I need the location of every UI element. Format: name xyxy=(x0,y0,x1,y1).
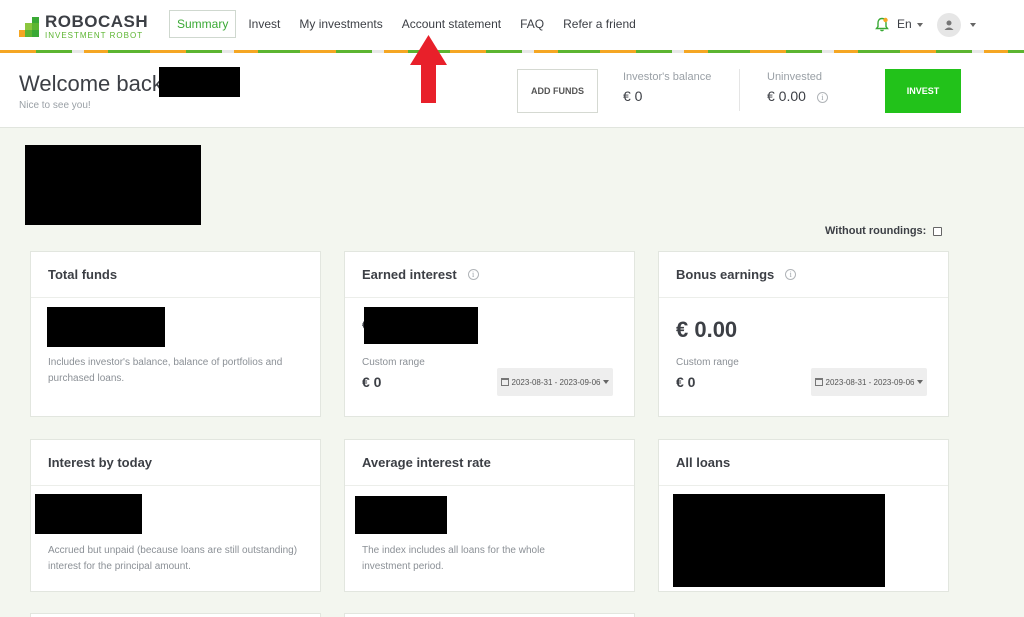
nav-refer-a-friend[interactable]: Refer a friend xyxy=(555,10,644,38)
divider xyxy=(739,69,740,111)
nav-faq[interactable]: FAQ xyxy=(512,10,552,38)
range-label: Custom range xyxy=(362,357,425,368)
info-icon[interactable]: i xyxy=(785,269,797,280)
investors-balance-value: € 0 xyxy=(623,88,643,104)
card-title: Interest by today xyxy=(31,440,320,486)
card-all-loans: All loans xyxy=(658,439,949,592)
welcome-title: Welcome back xyxy=(19,71,163,96)
calendar-icon xyxy=(500,378,509,386)
redacted-block xyxy=(25,145,201,225)
uninvested-value: € 0.00 xyxy=(767,88,806,104)
chevron-down-icon xyxy=(916,22,923,27)
redacted-value xyxy=(673,494,885,587)
without-roundings-checkbox[interactable] xyxy=(933,226,943,236)
nav-invest[interactable]: Invest xyxy=(240,10,288,38)
date-range-picker[interactable]: 2023-08-31 - 2023-09-06 xyxy=(497,368,613,396)
card-partial xyxy=(344,613,635,617)
redacted-value xyxy=(364,307,478,344)
uninvested-label: Uninvested xyxy=(767,71,823,83)
card-title-row: Earned interest i xyxy=(345,252,634,298)
date-range-picker[interactable]: 2023-08-31 - 2023-09-06 xyxy=(811,368,927,396)
robocash-logo[interactable]: ROBOCASH INVESTMENT ROBOT xyxy=(19,13,148,40)
range-label: Custom range xyxy=(676,357,739,368)
card-title-row: Bonus earnings i xyxy=(659,252,948,298)
language-selector[interactable]: En xyxy=(897,17,923,31)
range-value: € 0 xyxy=(676,374,696,390)
redacted-value xyxy=(35,494,142,534)
investors-balance-label: Investor's balance xyxy=(623,71,712,83)
card-description: The index includes all loans for the who… xyxy=(362,545,545,572)
redacted-username xyxy=(159,67,240,97)
logo-tagline: INVESTMENT ROBOT xyxy=(45,31,144,40)
without-roundings-toggle[interactable]: Without roundings: xyxy=(825,225,943,237)
card-title: Total funds xyxy=(31,252,320,298)
info-icon[interactable]: i xyxy=(467,269,479,280)
uninvested-value-row: € 0.00 i xyxy=(767,88,828,104)
user-icon xyxy=(944,20,954,30)
avatar[interactable] xyxy=(937,13,961,37)
card-total-funds: Total funds Includes investor's balance,… xyxy=(30,251,321,417)
card-description: Includes investor's balance, balance of … xyxy=(48,357,283,384)
bonus-earnings-value: € 0.00 xyxy=(676,317,738,342)
nav-my-investments[interactable]: My investments xyxy=(291,10,390,38)
nav-summary[interactable]: Summary xyxy=(169,10,237,38)
invest-button[interactable]: INVEST xyxy=(885,69,961,113)
card-title: Earned interest xyxy=(362,267,457,282)
redacted-value xyxy=(355,496,447,534)
card-average-interest-rate: Average interest rate The index includes… xyxy=(344,439,635,592)
without-roundings-label: Without roundings: xyxy=(825,225,927,237)
card-title: All loans xyxy=(659,440,948,486)
chevron-down-icon xyxy=(917,380,924,384)
card-title: Bonus earnings xyxy=(676,267,775,282)
card-interest-by-today: Interest by today Accrued but unpaid (be… xyxy=(30,439,321,592)
top-navbar: ROBOCASH INVESTMENT ROBOT Summary Invest… xyxy=(0,0,1024,50)
card-title: Average interest rate xyxy=(345,440,634,486)
card-bonus-earnings: Bonus earnings i € 0.00 Custom range € 0… xyxy=(658,251,949,417)
chevron-down-icon xyxy=(603,380,610,384)
redacted-value xyxy=(47,307,165,347)
language-label: En xyxy=(897,17,912,31)
logo-name: ROBOCASH xyxy=(45,12,149,31)
avatar-chevron-down-icon[interactable] xyxy=(970,23,976,27)
card-description: Accrued but unpaid (because loans are st… xyxy=(48,545,298,572)
date-range-label: 2023-08-31 - 2023-09-06 xyxy=(511,377,601,387)
range-value: € 0 xyxy=(362,374,382,390)
account-header: Welcome back Nice to see you! ADD FUNDS … xyxy=(0,53,1024,128)
info-icon[interactable]: i xyxy=(816,91,828,103)
main-nav: Summary Invest My investments Account st… xyxy=(169,10,647,38)
bell-icon[interactable] xyxy=(875,17,889,32)
card-partial xyxy=(30,613,321,617)
logo-mark-icon xyxy=(19,16,39,37)
card-earned-interest: Earned interest i € Custom range € 0 202… xyxy=(344,251,635,417)
welcome-subtitle: Nice to see you! xyxy=(19,100,91,111)
calendar-icon xyxy=(814,378,823,386)
nav-account-statement[interactable]: Account statement xyxy=(394,10,509,38)
date-range-label: 2023-08-31 - 2023-09-06 xyxy=(825,377,915,387)
red-arrow-annotation xyxy=(410,35,447,103)
add-funds-button[interactable]: ADD FUNDS xyxy=(517,69,598,113)
